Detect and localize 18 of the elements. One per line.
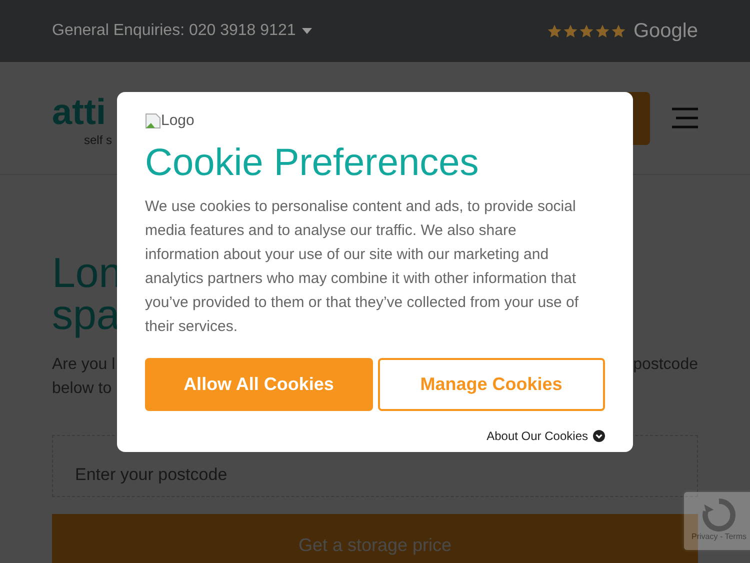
- manage-cookies-button[interactable]: Manage Cookies: [378, 358, 605, 411]
- allow-cookies-button[interactable]: Allow All Cookies: [145, 358, 372, 411]
- star-icon: [610, 24, 626, 38]
- star-icon: [594, 24, 610, 38]
- hero-heading: spa: [52, 294, 120, 336]
- caret-icon: [302, 28, 312, 34]
- logo-alt-text: Logo: [161, 112, 194, 129]
- enquiries-phone[interactable]: General Enquiries: 020 3918 9121: [52, 22, 296, 40]
- star-icon: [578, 24, 594, 38]
- recaptcha-icon: [702, 498, 736, 532]
- chevron-down-icon: [593, 430, 605, 442]
- dialog-title: Cookie Preferences: [145, 141, 480, 185]
- about-cookies-link[interactable]: About Our Cookies: [486, 429, 588, 443]
- broken-image-icon: [145, 113, 161, 129]
- star-icon: [562, 24, 578, 38]
- cookie-description: We use cookies to personalise content and ads, to provide social media features and to analyse our traffic. We also share information about your use of our site with our marketing and analytics partners who may combine it with other information that you’ve provided to them or that they’ve collected from your use of their services.: [145, 197, 580, 337]
- google-wordmark: Google: [634, 20, 698, 42]
- star-icon: [546, 24, 562, 38]
